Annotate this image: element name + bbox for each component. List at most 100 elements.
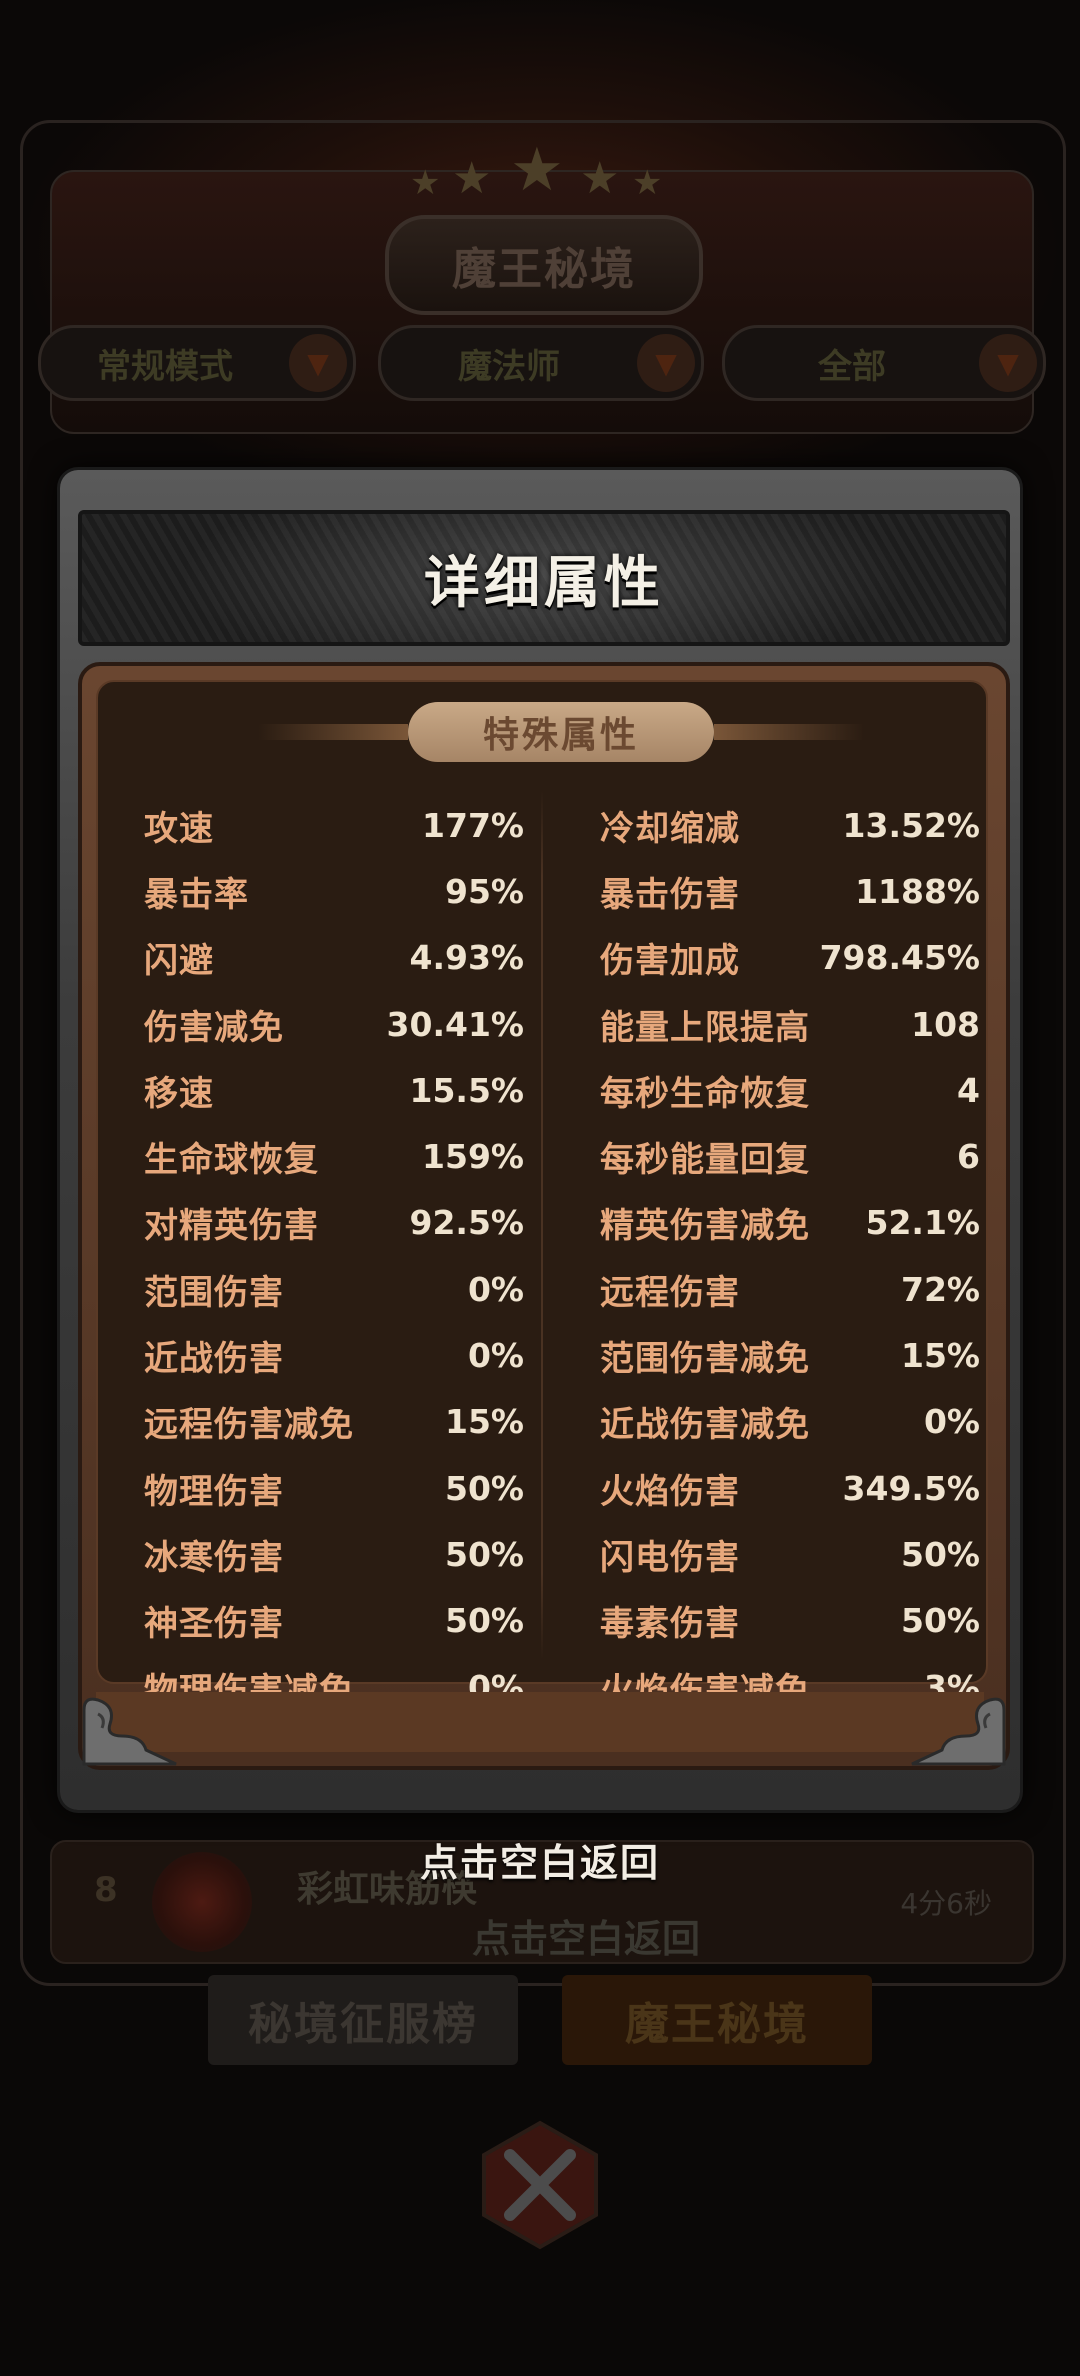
stat-row: 伤害减免 30.41% [144, 991, 524, 1057]
chevron-down-icon: ▼ [979, 334, 1037, 392]
star-icon: ★ [632, 163, 663, 203]
stat-row: 远程伤害减免 15% [144, 1389, 524, 1455]
mode-dropdown[interactable]: 常规模式 ▼ [38, 325, 356, 401]
background-title: 魔王秘境 [385, 215, 703, 315]
stat-name: 移速 [144, 1073, 214, 1114]
stat-row: 每秒能量回复 6 [600, 1123, 980, 1189]
stat-name: 攻速 [144, 808, 214, 849]
stat-name: 每秒能量回复 [600, 1140, 810, 1181]
stat-row: 闪避 4.93% [144, 925, 524, 991]
stat-row: 攻速 177% [144, 792, 524, 858]
stat-row: 移速 15.5% [144, 1057, 524, 1123]
stat-value: 6 [957, 1137, 980, 1177]
stat-row: 伤害加成 798.45% [600, 925, 980, 991]
stat-value: 72% [901, 1269, 980, 1309]
stat-name: 远程伤害 [600, 1272, 740, 1313]
stat-value: 1188% [855, 871, 980, 911]
stat-name: 伤害减免 [144, 1007, 284, 1048]
stat-name: 远程伤害减免 [144, 1405, 354, 1446]
stat-name: 每秒生命恢复 [600, 1073, 810, 1114]
stat-value: 95% [445, 871, 524, 911]
stat-row: 能量上限提高 108 [600, 991, 980, 1057]
stat-value: 4 [957, 1070, 980, 1110]
scope-dropdown-label: 全部 [818, 346, 886, 387]
stat-value: 50% [445, 1468, 524, 1508]
column-divider [541, 790, 543, 1660]
rating-stars: ★ ★ ★ ★ ★ [400, 135, 680, 205]
stat-value: 13.52% [842, 805, 980, 845]
stat-name: 毒素伤害 [600, 1604, 740, 1645]
ranking-row-time: 4分6秒 [900, 1887, 992, 1920]
chevron-down-icon: ▼ [637, 334, 695, 392]
stat-value: 50% [901, 1534, 980, 1574]
stat-name: 能量上限提高 [600, 1007, 810, 1048]
stat-row: 毒素伤害 50% [600, 1588, 980, 1654]
stat-value: 0% [923, 1402, 980, 1442]
class-dropdown[interactable]: 魔法师 ▼ [378, 325, 704, 401]
section-title: 特殊属性 [258, 702, 864, 762]
stat-value: 177% [422, 805, 524, 845]
stat-name: 生命球恢复 [144, 1140, 319, 1181]
star-icon: ★ [410, 163, 441, 203]
stat-row: 范围伤害减免 15% [600, 1322, 980, 1388]
stat-value: 15.5% [409, 1070, 525, 1110]
stat-value: 349.5% [842, 1468, 980, 1508]
stat-row: 近战伤害减免 0% [600, 1389, 980, 1455]
stat-value: 50% [901, 1601, 980, 1641]
stat-row: 神圣伤害 50% [144, 1588, 524, 1654]
class-dropdown-label: 魔法师 [458, 346, 560, 387]
stat-row: 闪电伤害 50% [600, 1521, 980, 1587]
stat-row: 范围伤害 0% [144, 1256, 524, 1322]
stat-row: 暴击伤害 1188% [600, 858, 980, 924]
stat-value: 108 [911, 1004, 980, 1044]
scope-dropdown[interactable]: 全部 ▼ [722, 325, 1046, 401]
ranking-row-hint: 点击空白返回 [472, 1917, 701, 1961]
stat-name: 精英伤害减免 [600, 1206, 810, 1247]
stat-value: 15% [445, 1402, 524, 1442]
stat-name: 闪电伤害 [600, 1537, 740, 1578]
stat-row: 生命球恢复 159% [144, 1123, 524, 1189]
stat-row: 每秒生命恢复 4 [600, 1057, 980, 1123]
stat-name: 范围伤害减免 [600, 1339, 810, 1380]
dialog-title: 详细属性 [424, 550, 664, 616]
stat-value: 52.1% [865, 1203, 981, 1243]
attribute-detail-dialog: 详细属性 特殊属性 攻速 177% 暴击率 95% 闪避 4.93% 伤害减免 30.41% 移… [60, 470, 1020, 1810]
stat-row: 远程伤害 72% [600, 1256, 980, 1322]
stat-name: 火焰伤害 [600, 1471, 740, 1512]
star-icon: ★ [510, 135, 564, 205]
stat-value: 159% [422, 1137, 524, 1177]
stat-name: 近战伤害减免 [600, 1405, 810, 1446]
stat-row: 冷却缩减 13.52% [600, 792, 980, 858]
star-icon: ★ [580, 153, 620, 204]
dialog-header: 详细属性 [78, 510, 1010, 646]
stat-row: 物理伤害 50% [144, 1455, 524, 1521]
stat-value: 15% [901, 1336, 980, 1376]
dialog-body: 特殊属性 攻速 177% 暴击率 95% 闪避 4.93% 伤害减免 30.41% 移速 15.5… [78, 662, 1010, 1770]
corner-ornament-icon [82, 1697, 177, 1766]
stat-name: 闪避 [144, 941, 214, 982]
stat-value: 798.45% [819, 938, 980, 978]
stat-name: 神圣伤害 [144, 1604, 284, 1645]
stat-name: 冰寒伤害 [144, 1537, 284, 1578]
dialog-bottom-band [96, 1692, 984, 1752]
stat-name: 近战伤害 [144, 1339, 284, 1380]
stat-name: 范围伤害 [144, 1272, 284, 1313]
stat-value: 30.41% [386, 1004, 524, 1044]
stats-column-right: 冷却缩减 13.52% 暴击伤害 1188% 伤害加成 798.45% 能量上限提高 108 每… [600, 792, 980, 1720]
tab-demon-realm[interactable]: 魔王秘境 [562, 1975, 872, 2065]
stat-row: 近战伤害 0% [144, 1322, 524, 1388]
stat-row: 火焰伤害 349.5% [600, 1455, 980, 1521]
stat-name: 暴击伤害 [600, 874, 740, 915]
tab-conquest-ranking[interactable]: 秘境征服榜 [208, 1975, 518, 2065]
chevron-down-icon: ▼ [289, 334, 347, 392]
stat-name: 暴击率 [144, 874, 249, 915]
stat-row: 冰寒伤害 50% [144, 1521, 524, 1587]
stat-value: 50% [445, 1601, 524, 1641]
stat-name: 对精英伤害 [144, 1206, 319, 1247]
tap-blank-to-return-hint[interactable]: 点击空白返回 [0, 1832, 1080, 1887]
close-x-icon[interactable] [470, 2115, 610, 2255]
stat-value: 0% [467, 1336, 524, 1376]
corner-ornament-icon [911, 1697, 1006, 1766]
stat-value: 4.93% [409, 938, 525, 978]
star-icon: ★ [452, 153, 492, 204]
